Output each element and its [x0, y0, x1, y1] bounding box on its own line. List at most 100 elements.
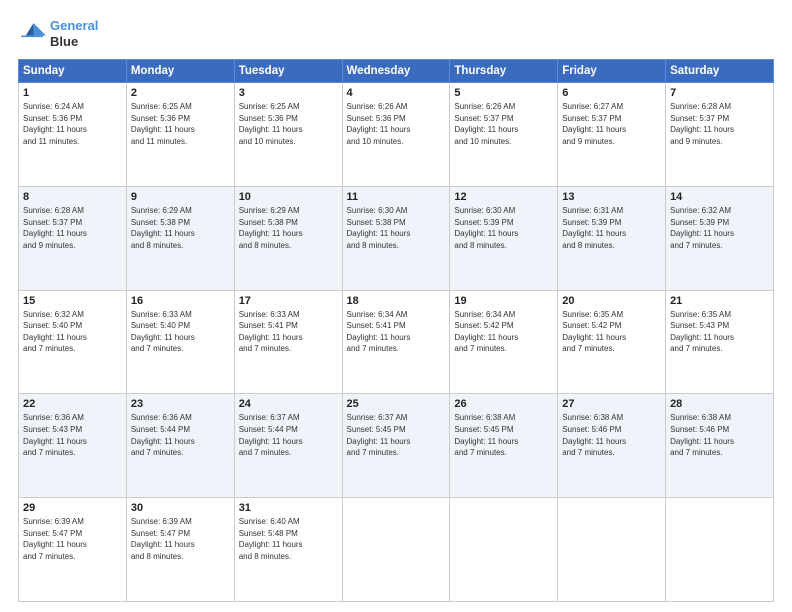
day-number: 24	[239, 398, 338, 410]
calendar-cell: 11 Sunrise: 6:30 AM Sunset: 5:38 PM Dayli…	[342, 186, 450, 290]
day-info: Sunrise: 6:28 AM Sunset: 5:37 PM Dayligh…	[23, 205, 122, 251]
calendar-header-row: SundayMondayTuesdayWednesdayThursdayFrid…	[19, 60, 774, 83]
calendar-cell: 17 Sunrise: 6:33 AM Sunset: 5:41 PM Dayli…	[234, 290, 342, 394]
day-info: Sunrise: 6:28 AM Sunset: 5:37 PM Dayligh…	[670, 101, 769, 147]
calendar-cell: 1 Sunrise: 6:24 AM Sunset: 5:36 PM Daylig…	[19, 83, 127, 187]
calendar-cell: 9 Sunrise: 6:29 AM Sunset: 5:38 PM Daylig…	[126, 186, 234, 290]
day-info: Sunrise: 6:36 AM Sunset: 5:43 PM Dayligh…	[23, 412, 122, 458]
day-info: Sunrise: 6:29 AM Sunset: 5:38 PM Dayligh…	[131, 205, 230, 251]
day-info: Sunrise: 6:29 AM Sunset: 5:38 PM Dayligh…	[239, 205, 338, 251]
calendar-cell: 27 Sunrise: 6:38 AM Sunset: 5:46 PM Dayli…	[558, 394, 666, 498]
day-info: Sunrise: 6:33 AM Sunset: 5:40 PM Dayligh…	[131, 309, 230, 355]
day-info: Sunrise: 6:27 AM Sunset: 5:37 PM Dayligh…	[562, 101, 661, 147]
calendar-header-tuesday: Tuesday	[234, 60, 342, 83]
day-number: 31	[239, 502, 338, 514]
day-number: 9	[131, 191, 230, 203]
day-info: Sunrise: 6:25 AM Sunset: 5:36 PM Dayligh…	[239, 101, 338, 147]
calendar-cell: 4 Sunrise: 6:26 AM Sunset: 5:36 PM Daylig…	[342, 83, 450, 187]
calendar-cell: 30Sunrise: 6:39 AM Sunset: 5:47 PM Dayli…	[126, 498, 234, 602]
day-info: Sunrise: 6:25 AM Sunset: 5:36 PM Dayligh…	[131, 101, 230, 147]
day-number: 13	[562, 191, 661, 203]
calendar-cell	[558, 498, 666, 602]
calendar-cell: 15 Sunrise: 6:32 AM Sunset: 5:40 PM Dayli…	[19, 290, 127, 394]
day-info: Sunrise: 6:35 AM Sunset: 5:42 PM Dayligh…	[562, 309, 661, 355]
day-number: 25	[347, 398, 446, 410]
day-number: 16	[131, 295, 230, 307]
day-number: 14	[670, 191, 769, 203]
day-number: 28	[670, 398, 769, 410]
calendar-cell	[450, 498, 558, 602]
day-number: 21	[670, 295, 769, 307]
page: General Blue SundayMondayTuesdayWednesda…	[0, 0, 792, 612]
day-number: 12	[454, 191, 553, 203]
calendar-week-row: 8 Sunrise: 6:28 AM Sunset: 5:37 PM Daylig…	[19, 186, 774, 290]
calendar-week-row: 22 Sunrise: 6:36 AM Sunset: 5:43 PM Dayli…	[19, 394, 774, 498]
day-number: 26	[454, 398, 553, 410]
day-info: Sunrise: 6:32 AM Sunset: 5:40 PM Dayligh…	[23, 309, 122, 355]
day-info: Sunrise: 6:30 AM Sunset: 5:39 PM Dayligh…	[454, 205, 553, 251]
day-number: 30	[131, 502, 230, 514]
calendar-cell: 22 Sunrise: 6:36 AM Sunset: 5:43 PM Dayli…	[19, 394, 127, 498]
day-info: Sunrise: 6:26 AM Sunset: 5:36 PM Dayligh…	[347, 101, 446, 147]
calendar-cell: 19Sunrise: 6:34 AM Sunset: 5:42 PM Dayli…	[450, 290, 558, 394]
day-number: 1	[23, 87, 122, 99]
calendar-cell: 26 Sunrise: 6:38 AM Sunset: 5:45 PM Dayli…	[450, 394, 558, 498]
calendar-cell: 14 Sunrise: 6:32 AM Sunset: 5:39 PM Dayli…	[666, 186, 774, 290]
day-info: Sunrise: 6:33 AM Sunset: 5:41 PM Dayligh…	[239, 309, 338, 355]
day-number: 8	[23, 191, 122, 203]
day-info: Sunrise: 6:38 AM Sunset: 5:46 PM Dayligh…	[670, 412, 769, 458]
day-number: 7	[670, 87, 769, 99]
logo-text: General Blue	[50, 18, 98, 49]
calendar-header-sunday: Sunday	[19, 60, 127, 83]
calendar-cell: 6 Sunrise: 6:27 AM Sunset: 5:37 PM Daylig…	[558, 83, 666, 187]
calendar-cell: 10 Sunrise: 6:29 AM Sunset: 5:38 PM Dayli…	[234, 186, 342, 290]
day-info: Sunrise: 6:35 AM Sunset: 5:43 PM Dayligh…	[670, 309, 769, 355]
calendar-cell: 31 Sunrise: 6:40 AM Sunset: 5:48 PM Dayli…	[234, 498, 342, 602]
day-info: Sunrise: 6:38 AM Sunset: 5:46 PM Dayligh…	[562, 412, 661, 458]
day-number: 23	[131, 398, 230, 410]
calendar-cell: 7 Sunrise: 6:28 AM Sunset: 5:37 PM Daylig…	[666, 83, 774, 187]
logo-icon	[18, 20, 46, 48]
calendar-cell: 18 Sunrise: 6:34 AM Sunset: 5:41 PM Dayli…	[342, 290, 450, 394]
calendar-header-friday: Friday	[558, 60, 666, 83]
day-number: 29	[23, 502, 122, 514]
calendar-week-row: 1 Sunrise: 6:24 AM Sunset: 5:36 PM Daylig…	[19, 83, 774, 187]
calendar-cell: 12 Sunrise: 6:30 AM Sunset: 5:39 PM Dayli…	[450, 186, 558, 290]
calendar-cell: 2 Sunrise: 6:25 AM Sunset: 5:36 PM Daylig…	[126, 83, 234, 187]
calendar-header-monday: Monday	[126, 60, 234, 83]
day-info: Sunrise: 6:24 AM Sunset: 5:36 PM Dayligh…	[23, 101, 122, 147]
day-number: 6	[562, 87, 661, 99]
day-number: 27	[562, 398, 661, 410]
calendar-cell: 13 Sunrise: 6:31 AM Sunset: 5:39 PM Dayli…	[558, 186, 666, 290]
calendar-cell: 25 Sunrise: 6:37 AM Sunset: 5:45 PM Dayli…	[342, 394, 450, 498]
header: General Blue	[18, 18, 774, 49]
logo: General Blue	[18, 18, 98, 49]
day-info: Sunrise: 6:39 AM Sunset: 5:47 PM Dayligh…	[23, 516, 122, 562]
calendar-cell: 29 Sunrise: 6:39 AM Sunset: 5:47 PM Dayli…	[19, 498, 127, 602]
day-info: Sunrise: 6:26 AM Sunset: 5:37 PM Dayligh…	[454, 101, 553, 147]
day-info: Sunrise: 6:32 AM Sunset: 5:39 PM Dayligh…	[670, 205, 769, 251]
day-info: Sunrise: 6:36 AM Sunset: 5:44 PM Dayligh…	[131, 412, 230, 458]
day-info: Sunrise: 6:30 AM Sunset: 5:38 PM Dayligh…	[347, 205, 446, 251]
day-number: 15	[23, 295, 122, 307]
day-info: Sunrise: 6:38 AM Sunset: 5:45 PM Dayligh…	[454, 412, 553, 458]
calendar-cell	[342, 498, 450, 602]
calendar-cell: 23 Sunrise: 6:36 AM Sunset: 5:44 PM Dayli…	[126, 394, 234, 498]
day-number: 17	[239, 295, 338, 307]
calendar-cell: 3 Sunrise: 6:25 AM Sunset: 5:36 PM Daylig…	[234, 83, 342, 187]
day-info: Sunrise: 6:34 AM Sunset: 5:41 PM Dayligh…	[347, 309, 446, 355]
day-info: Sunrise: 6:31 AM Sunset: 5:39 PM Dayligh…	[562, 205, 661, 251]
calendar-header-saturday: Saturday	[666, 60, 774, 83]
day-number: 18	[347, 295, 446, 307]
calendar-week-row: 29 Sunrise: 6:39 AM Sunset: 5:47 PM Dayli…	[19, 498, 774, 602]
calendar-cell: 21 Sunrise: 6:35 AM Sunset: 5:43 PM Dayli…	[666, 290, 774, 394]
day-info: Sunrise: 6:40 AM Sunset: 5:48 PM Dayligh…	[239, 516, 338, 562]
day-number: 11	[347, 191, 446, 203]
day-number: 3	[239, 87, 338, 99]
day-info: Sunrise: 6:34 AM Sunset: 5:42 PM Dayligh…	[454, 309, 553, 355]
day-number: 4	[347, 87, 446, 99]
day-info: Sunrise: 6:37 AM Sunset: 5:45 PM Dayligh…	[347, 412, 446, 458]
day-number: 2	[131, 87, 230, 99]
day-number: 22	[23, 398, 122, 410]
day-number: 10	[239, 191, 338, 203]
